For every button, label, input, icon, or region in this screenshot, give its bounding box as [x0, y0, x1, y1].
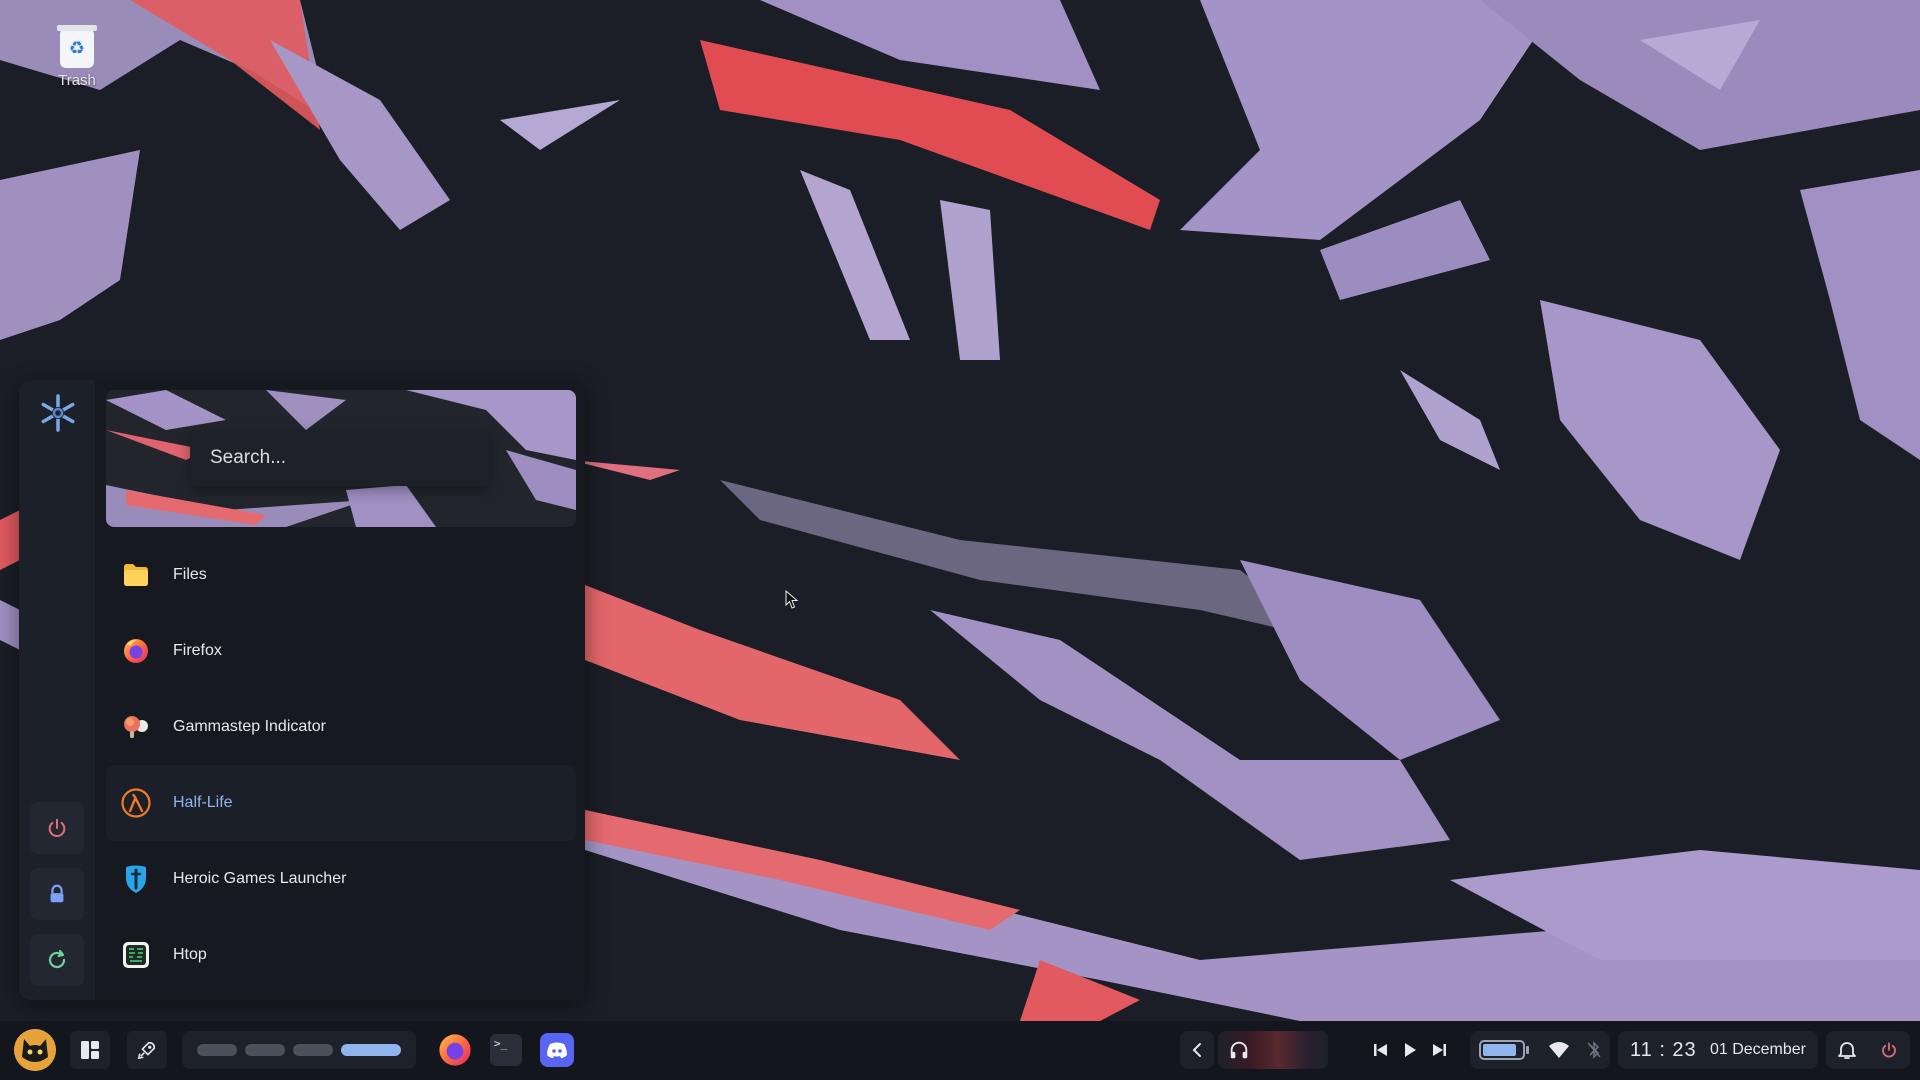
next-track-icon[interactable]: [1430, 1042, 1448, 1058]
trash-icon: ♻: [57, 25, 97, 68]
workspace-4[interactable]: [341, 1044, 401, 1056]
app-list: Files Firefox Gammastep Indicator Half-L…: [106, 537, 576, 993]
power-icon: [48, 818, 66, 837]
clock-date: 01 December: [1709, 1041, 1806, 1058]
app-label: Files: [173, 566, 207, 583]
tray-expand-button[interactable]: [1180, 1031, 1214, 1069]
layout-button[interactable]: [70, 1031, 110, 1069]
bluetooth-off-icon: [1587, 1041, 1601, 1059]
taskbar-app-discord[interactable]: [536, 1029, 578, 1071]
battery-icon: [1478, 1040, 1529, 1060]
taskbar-app-terminal[interactable]: >_: [485, 1029, 527, 1071]
app-label: Heroic Games Launcher: [173, 870, 347, 887]
headphones-icon: [1230, 1041, 1248, 1059]
workspace-1[interactable]: [197, 1044, 237, 1056]
desktop-icon-label: Trash: [58, 72, 96, 89]
search-field[interactable]: [190, 430, 490, 486]
cat-avatar-icon: [14, 1029, 56, 1071]
clock-widget[interactable]: 11 : 23 01 December: [1618, 1031, 1818, 1069]
half-life-icon: [119, 786, 153, 820]
refresh-icon: [48, 949, 66, 969]
session-tray: [1826, 1031, 1910, 1069]
app-launcher: Files Firefox: [19, 380, 585, 1000]
search-input[interactable]: [190, 430, 490, 486]
app-label: Htop: [173, 946, 207, 963]
avatar[interactable]: [14, 1029, 56, 1071]
launcher-main: Files Firefox: [106, 390, 576, 995]
power-icon[interactable]: [1880, 1041, 1898, 1059]
media-widget[interactable]: [1218, 1031, 1328, 1069]
firefox-icon: [119, 634, 153, 668]
launcher-sidebar: [19, 380, 95, 1000]
workspace-switcher: [182, 1031, 416, 1069]
app-item-htop[interactable]: Htop: [106, 917, 576, 993]
app-item-files[interactable]: Files: [106, 537, 576, 613]
reboot-button[interactable]: [30, 934, 84, 986]
files-icon: [119, 558, 153, 592]
gammastep-icon: [119, 710, 153, 744]
heroic-icon: [119, 862, 153, 896]
play-icon[interactable]: [1402, 1042, 1418, 1058]
app-item-firefox[interactable]: Firefox: [106, 613, 576, 689]
system-tray[interactable]: [1470, 1031, 1610, 1069]
app-item-heroic-games-launcher[interactable]: Heroic Games Launcher: [106, 841, 576, 917]
workspace-3[interactable]: [293, 1044, 333, 1056]
workspace-2[interactable]: [245, 1044, 285, 1056]
media-controls: [1360, 1031, 1460, 1069]
launcher-button[interactable]: [127, 1031, 167, 1069]
power-button[interactable]: [30, 802, 84, 854]
app-item-gammastep-indicator[interactable]: Gammastep Indicator: [106, 689, 576, 765]
terminal-icon: >_: [490, 1034, 522, 1066]
taskbar-app-firefox[interactable]: [434, 1029, 476, 1071]
wifi-icon: [1548, 1042, 1569, 1058]
app-item-half-life[interactable]: Half-Life: [106, 765, 576, 841]
app-label: Gammastep Indicator: [173, 718, 326, 735]
lock-button[interactable]: [30, 868, 84, 920]
clock-time: 11 : 23: [1630, 1038, 1697, 1061]
firefox-icon: [439, 1034, 471, 1066]
app-label: Firefox: [173, 642, 222, 659]
nixos-snowflake-icon: [41, 394, 75, 432]
previous-track-icon[interactable]: [1372, 1042, 1390, 1058]
dashboard-icon: [81, 1041, 99, 1059]
chevron-left-icon: [1192, 1043, 1201, 1057]
desktop-icon-trash[interactable]: ♻ Trash: [44, 25, 110, 89]
lock-icon: [50, 884, 64, 903]
notification-bell-icon[interactable]: [1838, 1040, 1856, 1060]
htop-icon: [119, 938, 153, 972]
discord-icon: [540, 1033, 574, 1067]
taskbar: >_ 11: 23 01 December: [0, 1021, 1920, 1080]
search-banner: [106, 390, 576, 527]
app-label: Half-Life: [173, 794, 233, 811]
mouse-cursor-icon: [785, 590, 799, 609]
rocket-icon: [137, 1041, 156, 1060]
